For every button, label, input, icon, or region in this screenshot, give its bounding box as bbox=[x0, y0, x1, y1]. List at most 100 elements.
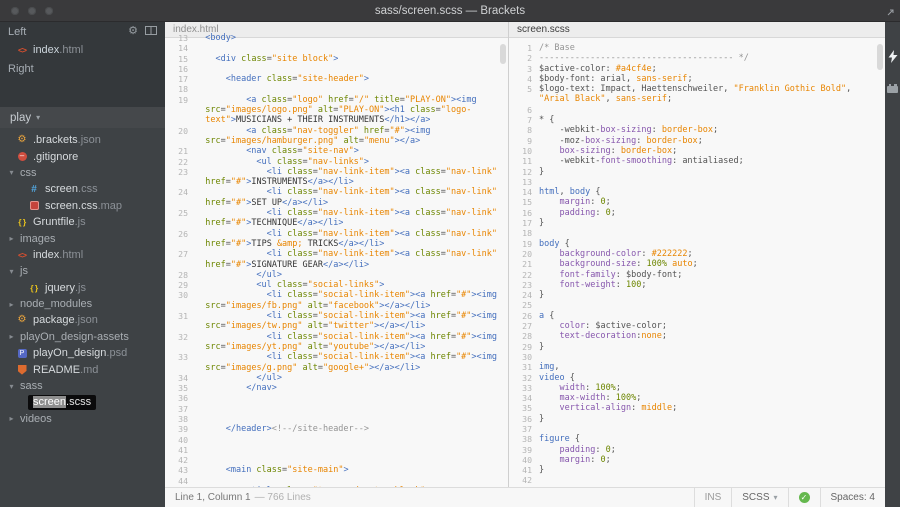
tree-file-screen.css.map[interactable]: screen.css.map bbox=[0, 198, 165, 214]
file-ext: .css bbox=[78, 183, 98, 195]
tree-file-README.md[interactable]: README.md bbox=[0, 361, 165, 377]
line-number: 34 bbox=[509, 393, 539, 403]
line-number bbox=[165, 260, 195, 270]
code-line: src="images/fb.png" alt="facebook"></a><… bbox=[165, 301, 508, 311]
line-number: 15 bbox=[165, 54, 195, 64]
code-line: 17 <header class="site-header"> bbox=[165, 74, 508, 84]
pane-header-right[interactable]: screen.scss bbox=[509, 22, 885, 38]
line-number: 30 bbox=[509, 352, 539, 362]
code-line: 15 <div class="site block"> bbox=[165, 54, 508, 64]
insert-mode-toggle[interactable]: INS bbox=[694, 488, 732, 507]
line-number: 39 bbox=[509, 445, 539, 455]
chevron-down-icon[interactable]: ▾ bbox=[7, 382, 16, 391]
tree-file-package.json[interactable]: ⚙package.json bbox=[0, 312, 165, 328]
file-ext: .html bbox=[59, 249, 83, 261]
code-line: 39 padding: 0; bbox=[509, 445, 885, 455]
tree-folder-js[interactable]: ▾ js bbox=[0, 263, 165, 279]
project-dropdown[interactable]: play ▾ bbox=[0, 107, 165, 128]
tree-folder-node_modules[interactable]: ▸node_modules bbox=[0, 296, 165, 312]
line-number: 28 bbox=[509, 331, 539, 341]
language-selector[interactable]: SCSS ▾ bbox=[731, 488, 787, 507]
tree-file-.gitignore[interactable]: –.gitignore bbox=[0, 148, 165, 164]
tree-folder-playOn_design-assets[interactable]: ▸ playOn_design-assets bbox=[0, 329, 165, 345]
indent-setting[interactable]: Spaces: 4 bbox=[820, 488, 885, 507]
tree-file-Gruntfile.js[interactable]: { }Gruntfile.js bbox=[0, 214, 165, 230]
code-line: 12} bbox=[509, 167, 885, 177]
live-preview-icon[interactable] bbox=[887, 50, 899, 68]
line-number: 12 bbox=[509, 167, 539, 177]
code-line: 40 margin: 0; bbox=[509, 455, 885, 465]
line-number: 38 bbox=[509, 434, 539, 444]
map-file-icon bbox=[28, 201, 40, 210]
minimize-window-button[interactable] bbox=[28, 7, 36, 15]
chevron-down-icon[interactable]: ▾ bbox=[7, 168, 16, 177]
code-line: 22 font-family: $body-font; bbox=[509, 270, 885, 280]
code-line: 6 bbox=[509, 105, 885, 115]
code-line: 21 background-size: 100% auto; bbox=[509, 259, 885, 269]
tree-folder-videos[interactable]: ▸ videos bbox=[0, 411, 165, 427]
tree-file-index.html[interactable]: <>index.html bbox=[0, 247, 165, 263]
folder-name: videos bbox=[20, 413, 52, 425]
code-line: 39 </header><!--/site-header--> bbox=[165, 424, 508, 434]
working-set-file[interactable]: <>index.html bbox=[0, 41, 165, 59]
cursor-position: Line 1, Column 1 bbox=[175, 492, 251, 503]
line-number: 19 bbox=[509, 239, 539, 249]
code-line: 35 </nav> bbox=[165, 383, 508, 393]
tree-file-jquery.js[interactable]: { }jquery.js bbox=[0, 280, 165, 296]
code-line: href="#">INSTRUMENTS</a></li> bbox=[165, 177, 508, 187]
code-line: 2-------------------------------------- … bbox=[509, 53, 885, 63]
code-line: 43 <main class="site-main"> bbox=[165, 465, 508, 475]
line-number: 9 bbox=[509, 136, 539, 146]
code-line: 42 bbox=[165, 455, 508, 465]
zoom-window-button[interactable] bbox=[45, 7, 53, 15]
line-number: 15 bbox=[509, 197, 539, 207]
tree-file-screen.scss[interactable]: screen.scss bbox=[0, 394, 165, 410]
chevron-right-icon[interactable]: ▸ bbox=[7, 332, 16, 341]
line-number: 40 bbox=[165, 435, 195, 445]
chevron-right-icon[interactable]: ▸ bbox=[7, 414, 16, 423]
line-number: 40 bbox=[509, 455, 539, 465]
file-name: index bbox=[33, 249, 59, 261]
code-editor-index-html[interactable]: 13 <body>1415 <div class="site block">16… bbox=[165, 33, 508, 487]
working-set-settings-icon[interactable]: ⚙ bbox=[128, 26, 138, 37]
code-line: 23 font-weight: 100; bbox=[509, 280, 885, 290]
chevron-down-icon[interactable]: ▾ bbox=[7, 267, 16, 276]
lint-status[interactable]: ✓ bbox=[788, 488, 820, 507]
close-window-button[interactable] bbox=[11, 7, 19, 15]
extension-manager-icon[interactable] bbox=[887, 86, 898, 93]
chevron-right-icon[interactable]: ▸ bbox=[7, 300, 16, 309]
tree-file-playOn_design.psd[interactable]: PplayOn_design.psd bbox=[0, 345, 165, 361]
folder-name: js bbox=[20, 265, 28, 277]
code-line: 16 bbox=[165, 64, 508, 74]
code-line: 23 <li class="nav-link-item"><a class="n… bbox=[165, 167, 508, 177]
js-file-icon: { } bbox=[16, 217, 28, 227]
line-number: 13 bbox=[509, 177, 539, 187]
tree-file-screen.css[interactable]: #screen.css bbox=[0, 181, 165, 197]
chevron-right-icon[interactable]: ▸ bbox=[7, 234, 16, 243]
code-line: 14 bbox=[165, 43, 508, 53]
pane-title-right: screen.scss bbox=[517, 24, 570, 35]
tree-folder-css[interactable]: ▾css bbox=[0, 165, 165, 181]
tree-folder-images[interactable]: ▸images bbox=[0, 230, 165, 246]
code-line: 42 bbox=[509, 475, 885, 485]
file-name: README bbox=[33, 364, 80, 376]
code-editor-screen-scss[interactable]: 1/* Base2-------------------------------… bbox=[509, 38, 885, 486]
window-controls bbox=[0, 7, 53, 15]
rename-input[interactable]: screen.scss bbox=[28, 395, 96, 410]
split-view-icon[interactable] bbox=[145, 26, 157, 38]
scrollbar-thumb[interactable] bbox=[500, 44, 506, 64]
tree-folder-sass[interactable]: ▾sass bbox=[0, 378, 165, 394]
folder-name: playOn_design-assets bbox=[20, 331, 129, 343]
line-number: 33 bbox=[165, 352, 195, 362]
code-line: 32 <li class="social-link-item"><a href=… bbox=[165, 332, 508, 342]
fullscreen-icon[interactable] bbox=[885, 5, 896, 23]
line-number bbox=[165, 321, 195, 331]
file-ext: .js bbox=[75, 282, 86, 294]
tree-file-.brackets.json[interactable]: ⚙.brackets.json bbox=[0, 132, 165, 148]
line-number: 17 bbox=[165, 74, 195, 84]
line-number bbox=[165, 363, 195, 373]
line-number: 41 bbox=[509, 465, 539, 475]
working-set-left-files: <>index.html bbox=[0, 41, 165, 59]
scrollbar-thumb[interactable] bbox=[877, 44, 883, 70]
title-bar: sass/screen.scss — Brackets bbox=[0, 0, 900, 22]
